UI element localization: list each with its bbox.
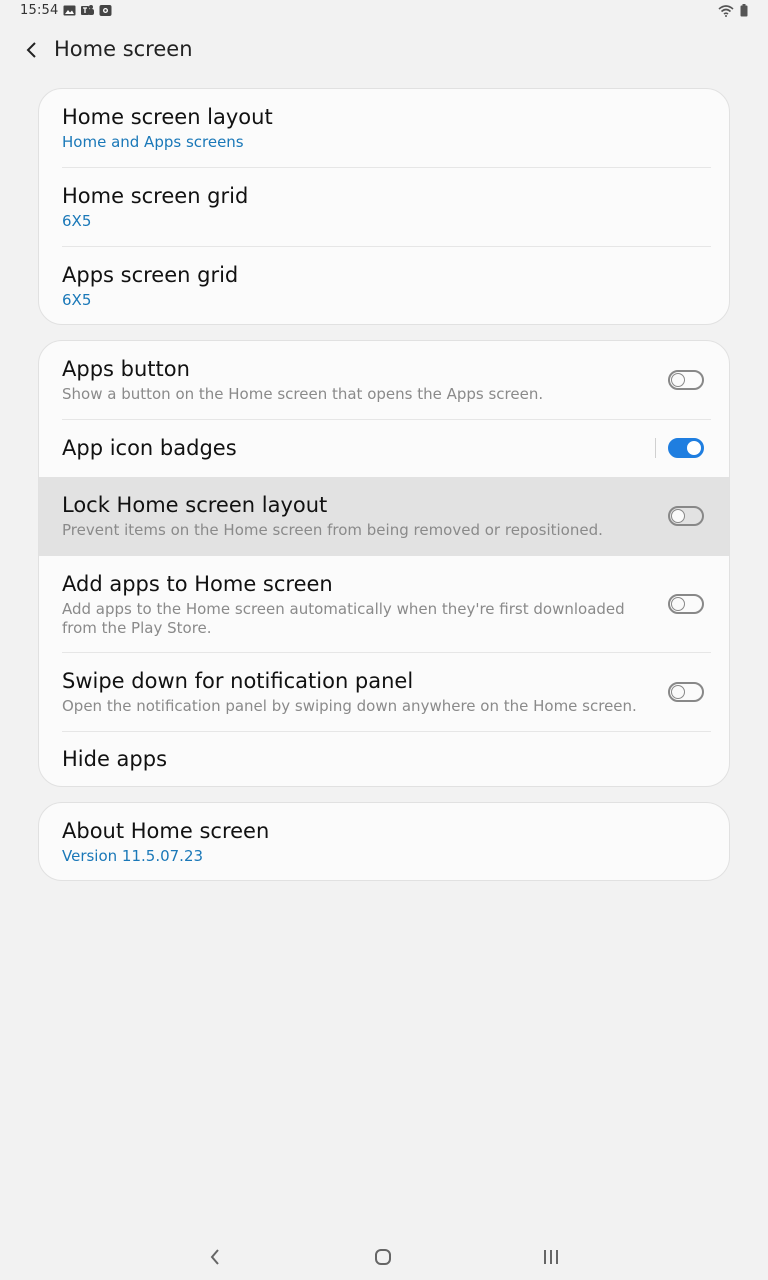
apps-screen-grid-title: Apps screen grid	[62, 263, 239, 287]
apps-button-row[interactable]: Apps button Show a button on the Home sc…	[39, 341, 729, 420]
home-screen-grid-row[interactable]: Home screen grid 6X5	[39, 168, 729, 247]
app-icon-badges-row[interactable]: App icon badges	[39, 420, 729, 477]
recents-icon	[544, 1250, 558, 1264]
nav-recents-button[interactable]	[536, 1244, 566, 1270]
nav-home-button[interactable]	[368, 1244, 398, 1270]
lock-home-screen-layout-row[interactable]: Lock Home screen layout Prevent items on…	[39, 477, 729, 556]
gallery-icon	[63, 5, 76, 16]
apps-screen-grid-value: 6X5	[62, 291, 92, 309]
about-home-screen-row[interactable]: About Home screen Version 11.5.07.23	[39, 803, 729, 880]
about-card: About Home screen Version 11.5.07.23	[38, 802, 730, 881]
toggle-knob	[671, 509, 685, 523]
options-card: Apps button Show a button on the Home sc…	[38, 340, 730, 787]
toggle-knob	[671, 597, 685, 611]
home-screen-grid-value: 6X5	[62, 212, 92, 230]
add-apps-to-home-screen-title: Add apps to Home screen	[62, 572, 333, 596]
back-button[interactable]	[18, 36, 46, 64]
toggle-knob	[687, 441, 701, 455]
add-apps-to-home-screen-row[interactable]: Add apps to Home screen Add apps to the …	[39, 556, 729, 653]
store-icon	[99, 5, 112, 16]
swipe-down-notification-toggle[interactable]	[668, 682, 704, 702]
home-screen-layout-value: Home and Apps screens	[62, 133, 244, 151]
swipe-down-notification-title: Swipe down for notification panel	[62, 669, 414, 693]
apps-button-title: Apps button	[62, 357, 190, 381]
navigation-bar	[0, 1232, 768, 1280]
back-icon	[210, 1249, 219, 1265]
add-apps-to-home-screen-toggle[interactable]	[668, 594, 704, 614]
lock-home-screen-layout-toggle[interactable]	[668, 506, 704, 526]
home-icon	[375, 1249, 391, 1265]
hide-apps-row[interactable]: Hide apps	[39, 732, 729, 786]
status-bar: 15:54	[0, 0, 768, 24]
chevron-left-icon	[26, 42, 36, 58]
notification-icons	[63, 4, 112, 17]
home-screen-grid-title: Home screen grid	[62, 184, 249, 208]
lock-home-screen-layout-title: Lock Home screen layout	[62, 493, 328, 517]
page-title: Home screen	[54, 37, 193, 61]
hide-apps-title: Hide apps	[62, 747, 168, 771]
swipe-down-notification-row[interactable]: Swipe down for notification panel Open t…	[39, 653, 729, 732]
lock-home-screen-layout-summary: Prevent items on the Home screen from be…	[62, 521, 603, 539]
apps-button-summary: Show a button on the Home screen that op…	[62, 385, 544, 403]
wifi-icon	[718, 4, 734, 17]
app-icon-badges-title: App icon badges	[62, 436, 237, 460]
app-icon-badges-toggle[interactable]	[668, 438, 704, 458]
battery-icon	[740, 4, 748, 17]
apps-button-toggle[interactable]	[668, 370, 704, 390]
toggle-knob	[671, 373, 685, 387]
home-screen-layout-row[interactable]: Home screen layout Home and Apps screens	[39, 89, 729, 168]
apps-screen-grid-row[interactable]: Apps screen grid 6X5	[39, 247, 729, 324]
toggle-separator	[655, 438, 656, 458]
layout-settings-card: Home screen layout Home and Apps screens…	[38, 88, 730, 325]
app-header: Home screen	[0, 28, 768, 74]
status-time: 15:54	[20, 3, 59, 18]
teams-icon	[81, 5, 94, 15]
nav-back-button[interactable]	[200, 1244, 230, 1270]
about-home-screen-title: About Home screen	[62, 819, 270, 843]
system-icons	[718, 4, 748, 17]
swipe-down-notification-summary: Open the notification panel by swiping d…	[62, 697, 637, 715]
home-screen-layout-title: Home screen layout	[62, 105, 273, 129]
about-home-screen-version: Version 11.5.07.23	[62, 847, 204, 865]
toggle-knob	[671, 685, 685, 699]
add-apps-to-home-screen-summary: Add apps to the Home screen automaticall…	[62, 600, 625, 637]
